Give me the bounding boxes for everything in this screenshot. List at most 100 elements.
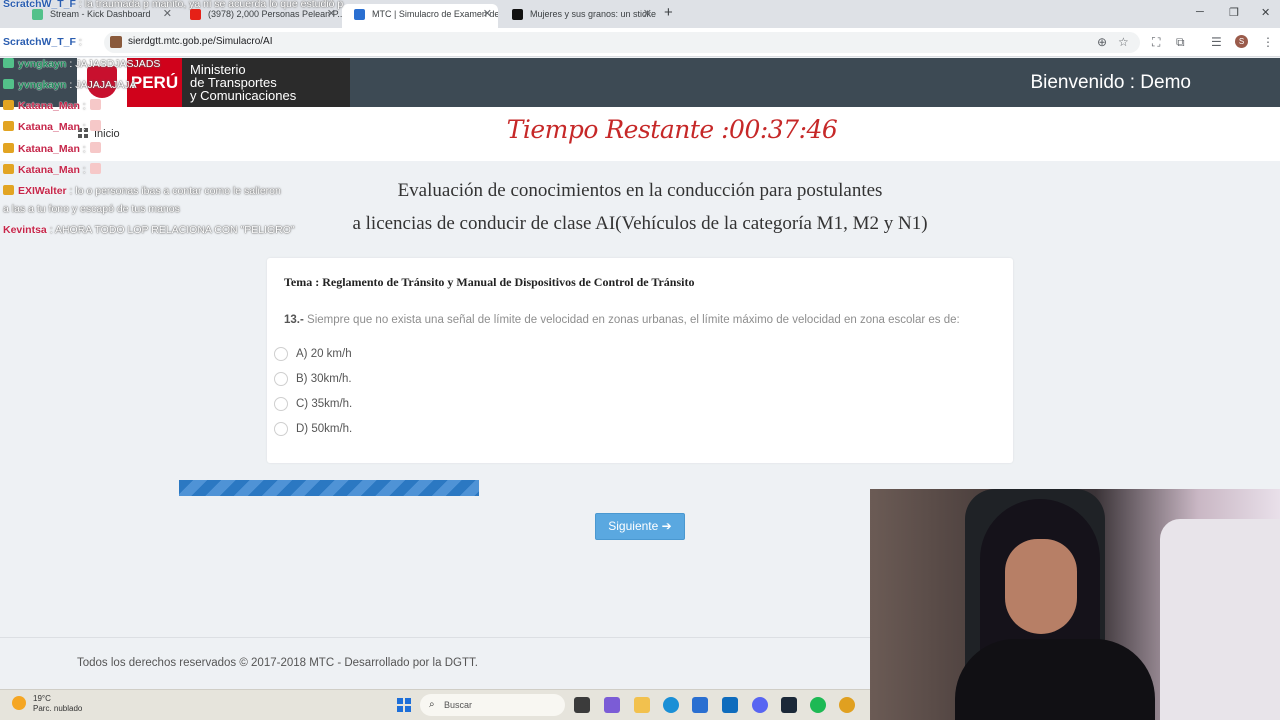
- profile-avatar[interactable]: S: [1235, 35, 1248, 48]
- option-b[interactable]: B) 30km/h.: [274, 372, 352, 386]
- chat-text: :: [82, 100, 86, 112]
- chat-message: Katana_Man :: [3, 160, 101, 181]
- webcam-body: [955, 639, 1155, 720]
- store-icon[interactable]: [692, 697, 708, 713]
- menu-kebab-icon[interactable]: ⋮: [1262, 35, 1274, 49]
- kick-badge-icon: [3, 79, 14, 89]
- chrome-icon[interactable]: [839, 697, 855, 713]
- chat-username: Katana_Man: [18, 100, 80, 112]
- spotify-icon[interactable]: [810, 697, 826, 713]
- chat-username: ScratchW_T_F: [3, 0, 76, 10]
- footer-divider: [0, 637, 870, 638]
- chat-message: Katana_Man :: [3, 139, 101, 160]
- question-topic: Tema : Reglamento de Tránsito y Manual d…: [284, 275, 695, 289]
- weather-condition: Parc. nublado: [33, 704, 83, 713]
- chat-username: EXIWalter: [18, 185, 67, 197]
- discord-icon[interactable]: [752, 697, 768, 713]
- windows-taskbar: 19°C Parc. nublado ⌕ Buscar: [0, 689, 870, 720]
- exam-progress-bar: [179, 480, 479, 496]
- chat-message: yvngkayn : JAJASDJASJADS: [3, 54, 160, 75]
- next-button[interactable]: Siguiente ➔: [595, 513, 685, 540]
- emote-icon: [89, 99, 101, 110]
- zoom-icon[interactable]: ⊕: [1097, 35, 1107, 49]
- new-tab-icon[interactable]: +: [664, 4, 673, 21]
- option-c[interactable]: C) 35km/h.: [274, 397, 352, 411]
- edge-icon[interactable]: [663, 697, 679, 713]
- close-icon[interactable]: ✕: [643, 4, 652, 24]
- footer-text: Todos los derechos reservados © 2017-201…: [77, 657, 478, 669]
- file-explorer-icon[interactable]: [634, 697, 650, 713]
- reading-list-icon[interactable]: ☰: [1211, 35, 1222, 49]
- chat-username: ScratchW_T_F: [3, 36, 76, 48]
- radio-button[interactable]: [274, 372, 288, 386]
- webcam-face: [1005, 539, 1077, 634]
- windows-start-icon[interactable]: [397, 698, 411, 712]
- option-a[interactable]: A) 20 km/h: [274, 347, 352, 361]
- chat-text: :: [78, 36, 82, 48]
- chat-username: yvngkayn: [18, 79, 67, 91]
- option-d[interactable]: D) 50km/h.: [274, 422, 352, 436]
- next-button-label: Siguiente: [608, 519, 659, 533]
- bookmark-star-icon[interactable]: ☆: [1118, 35, 1129, 49]
- screenshot-icon[interactable]: ⛶: [1152, 35, 1160, 50]
- subscriber-badge-icon: [3, 164, 14, 174]
- chat-text: : lo o personas ibas a contar como le sa…: [69, 185, 281, 197]
- radio-button[interactable]: [274, 347, 288, 361]
- close-icon[interactable]: ✕: [483, 4, 492, 24]
- chat-username: Katana_Man: [18, 164, 80, 176]
- emote-icon: [89, 120, 101, 131]
- option-label: A) 20 km/h: [296, 348, 352, 360]
- window-close-icon[interactable]: ✕: [1261, 6, 1270, 19]
- maximize-icon[interactable]: ❐: [1229, 6, 1239, 19]
- chat-username: Kevintsa: [3, 224, 47, 236]
- outlook-icon[interactable]: [722, 697, 738, 713]
- copilot-icon[interactable]: [604, 697, 620, 713]
- option-label: C) 35km/h.: [296, 398, 353, 410]
- tab-mtc-simulacro[interactable]: MTC | Simulacro de Examen de ✕: [342, 4, 498, 28]
- subscriber-badge-icon: [3, 143, 14, 153]
- tiktok-icon: [512, 9, 523, 20]
- search-icon: ⌕: [429, 699, 435, 710]
- emote-icon: [89, 163, 101, 174]
- stream-chat-overlay: ScratchW_T_F : la traumada p manito, ya …: [0, 0, 343, 241]
- mtc-icon: [354, 9, 365, 20]
- subscriber-badge-icon: [3, 100, 14, 110]
- chat-text: :: [82, 121, 86, 133]
- minimize-icon[interactable]: ─: [1196, 6, 1204, 18]
- chat-text: : AHORA TODO LOP RELACIONA CON "PELIGRO": [49, 224, 295, 236]
- tab-label: MTC | Simulacro de Examen de: [372, 9, 498, 19]
- welcome-text: Bienvenido : Demo: [1030, 72, 1191, 93]
- question-card: Tema : Reglamento de Tránsito y Manual d…: [267, 258, 1013, 463]
- tab-tiktok[interactable]: Mujeres y sus granos: un sticke ✕: [500, 4, 658, 28]
- chat-message: Katana_Man :: [3, 96, 101, 117]
- webcam-overlay: [870, 489, 1280, 720]
- radio-button[interactable]: [274, 422, 288, 436]
- webcam-background: [1160, 519, 1280, 720]
- chat-username: Katana_Man: [18, 143, 80, 155]
- arrow-right-icon: ➔: [661, 519, 672, 533]
- subscriber-badge-icon: [3, 121, 14, 131]
- task-view-icon[interactable]: [574, 697, 590, 713]
- chat-message: yvngkayn : JAJAJAJAJA: [3, 75, 136, 96]
- chat-text: a las a tu fono y escapó de tus manos: [3, 203, 180, 215]
- question-text: 13.- Siempre que no exista una señal de …: [284, 314, 960, 326]
- taskbar-search[interactable]: ⌕ Buscar: [420, 694, 565, 716]
- chat-message: ScratchW_T_F :: [3, 32, 82, 53]
- question-body: Siempre que no exista una señal de límit…: [307, 314, 960, 326]
- chat-message: a las a tu fono y escapó de tus manos: [3, 199, 180, 220]
- chat-message: Kevintsa : AHORA TODO LOP RELACIONA CON …: [3, 220, 295, 241]
- chat-text: :: [82, 164, 86, 176]
- chat-text: : JAJAJAJAJA: [69, 79, 137, 91]
- question-number: 13.-: [284, 314, 304, 326]
- option-label: B) 30km/h.: [296, 373, 352, 385]
- radio-button[interactable]: [274, 397, 288, 411]
- exam-title-line-2: a licencias de conducir de clase AI(Vehí…: [352, 213, 928, 234]
- chat-message: ScratchW_T_F : la traumada p manito, ya …: [3, 0, 343, 15]
- exam-title-line-1: Evaluación de conocimientos en la conduc…: [397, 180, 883, 201]
- extensions-icon[interactable]: ⧉: [1176, 35, 1185, 50]
- chat-text: :: [82, 143, 86, 155]
- chat-text: : la traumada p manito, ya ni se acuerda…: [78, 0, 344, 10]
- exam-title: Evaluación de conocimientos en la conduc…: [320, 174, 960, 240]
- steam-icon[interactable]: [781, 697, 797, 713]
- tab-label: Mujeres y sus granos: un sticke: [530, 9, 657, 19]
